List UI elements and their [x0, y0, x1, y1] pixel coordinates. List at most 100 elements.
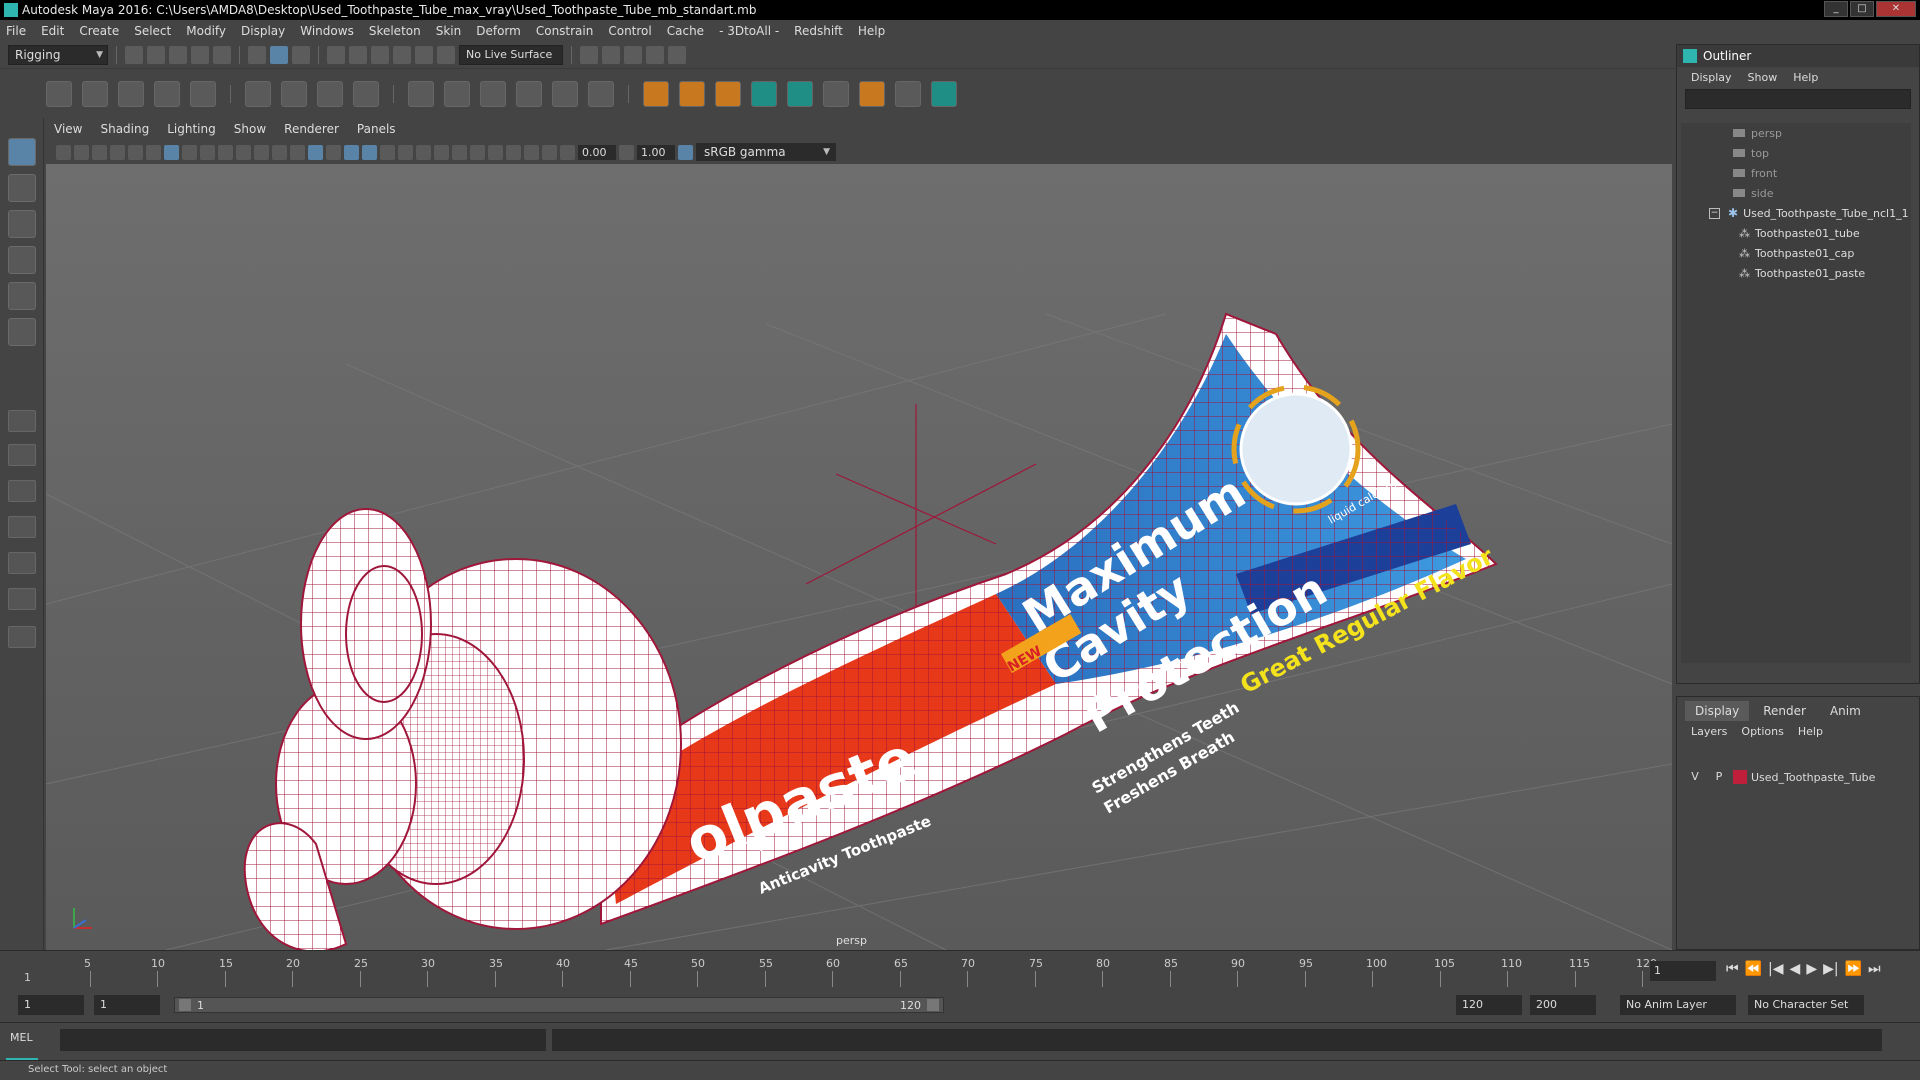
new-scene-icon[interactable]: [125, 46, 143, 64]
anim-layer-dropdown[interactable]: No Anim Layer: [1620, 995, 1736, 1015]
shelf-set-driven-key-icon[interactable]: [715, 80, 741, 107]
playback-start-field[interactable]: 1: [94, 995, 160, 1015]
shelf-joint-icon[interactable]: [46, 80, 72, 107]
snap-grid-icon[interactable]: [327, 46, 345, 64]
menu-select[interactable]: Select: [134, 24, 171, 38]
shelf-sculpt-icon[interactable]: [895, 80, 921, 107]
two-pane-layout-icon[interactable]: [8, 480, 36, 502]
play-forward-icon[interactable]: ▶: [1806, 961, 1817, 977]
xray-components-icon[interactable]: [542, 144, 557, 160]
outliner-layout-icon[interactable]: [8, 516, 36, 538]
shelf-humanik-icon[interactable]: [190, 80, 216, 107]
tab-render[interactable]: Render: [1753, 701, 1816, 721]
outliner-item-top[interactable]: top: [1681, 143, 1911, 163]
menu-windows[interactable]: Windows: [300, 24, 354, 38]
go-to-start-icon[interactable]: ⏮: [1726, 961, 1739, 977]
shelf-paint-weights-icon[interactable]: [281, 80, 307, 107]
four-pane-layout-icon[interactable]: [8, 444, 36, 466]
shadows-icon[interactable]: [398, 144, 413, 160]
dash-toggle-icon[interactable]: [8, 626, 36, 648]
outliner-item-front[interactable]: front: [1681, 163, 1911, 183]
panel-menu-view[interactable]: View: [54, 122, 82, 136]
menu-help[interactable]: Help: [858, 24, 885, 38]
shelf-bind-skin-icon[interactable]: [245, 80, 271, 107]
snap-view-icon[interactable]: [393, 46, 411, 64]
shelf-pole-vector-icon[interactable]: [588, 80, 614, 107]
panel-menu-panels[interactable]: Panels: [357, 122, 396, 136]
gamma-field[interactable]: 1.00: [637, 144, 675, 160]
menu-control[interactable]: Control: [608, 24, 651, 38]
shelf-lattice-icon[interactable]: [317, 80, 343, 107]
grid-icon[interactable]: [164, 144, 179, 160]
scale-tool-icon[interactable]: [8, 318, 36, 346]
panel-menu-shading[interactable]: Shading: [100, 122, 149, 136]
menu-display[interactable]: Display: [241, 24, 285, 38]
shelf-paint-icon[interactable]: [859, 80, 885, 107]
step-back-frame-icon[interactable]: |◀: [1768, 961, 1783, 977]
panel-menu-lighting[interactable]: Lighting: [167, 122, 216, 136]
panel-menu-renderer[interactable]: Renderer: [284, 122, 339, 136]
image-plane-icon[interactable]: [110, 144, 125, 160]
layer-menu-help[interactable]: Help: [1798, 725, 1823, 738]
shelf-locator-icon[interactable]: [643, 80, 669, 107]
select-tool-icon[interactable]: [8, 138, 36, 166]
paint-select-tool-icon[interactable]: [8, 210, 36, 238]
snap-point-icon[interactable]: [371, 46, 389, 64]
menu-constrain[interactable]: Constrain: [536, 24, 594, 38]
isolate-select-icon[interactable]: [488, 144, 503, 160]
color-management-icon[interactable]: [678, 144, 693, 160]
outliner-item-persp[interactable]: persp: [1681, 123, 1911, 143]
outliner-menu-show[interactable]: Show: [1748, 71, 1778, 84]
move-tool-icon[interactable]: [8, 246, 36, 274]
character-set-dropdown[interactable]: No Character Set: [1748, 995, 1864, 1015]
close-icon[interactable]: ✕: [1876, 1, 1916, 17]
menu-modify[interactable]: Modify: [186, 24, 226, 38]
menu-skeleton[interactable]: Skeleton: [369, 24, 421, 38]
menu-create[interactable]: Create: [79, 24, 119, 38]
camera-select-icon[interactable]: [56, 144, 71, 160]
layer-row[interactable]: V P Used_Toothpaste_Tube: [1685, 767, 1911, 787]
gamma-icon[interactable]: [619, 144, 634, 160]
xray-icon[interactable]: [506, 144, 521, 160]
outliner-item-cap[interactable]: ⁂ Toothpaste01_cap: [1681, 243, 1911, 263]
maximize-icon[interactable]: □: [1850, 1, 1874, 17]
range-start-handle[interactable]: [179, 999, 191, 1011]
lasso-tool-icon[interactable]: [8, 174, 36, 202]
time-slider[interactable]: 5 10 15 20 25 30 35 40 45 50 55 60 65 70 75 80 85 90 95 100…: [0, 950, 1920, 988]
textured-icon[interactable]: [362, 144, 377, 160]
shelf-brush-icon[interactable]: [823, 80, 849, 107]
persp-outliner-layout-icon[interactable]: [8, 588, 36, 610]
outliner-filter-input[interactable]: [1685, 89, 1911, 109]
go-to-end-icon[interactable]: ⏭: [1868, 961, 1881, 977]
hypershade-icon[interactable]: [668, 46, 686, 64]
play-backward-icon[interactable]: ◀: [1790, 961, 1801, 977]
bookmark-icon[interactable]: [92, 144, 107, 160]
minimize-icon[interactable]: _: [1824, 1, 1848, 17]
outliner-item-paste[interactable]: ⁂ Toothpaste01_paste: [1681, 263, 1911, 283]
exposure-icon[interactable]: [560, 144, 575, 160]
menu-redshift[interactable]: Redshift: [794, 24, 843, 38]
ipr-render-icon[interactable]: [624, 46, 642, 64]
render-settings-icon[interactable]: [646, 46, 664, 64]
snap-surface-icon[interactable]: [415, 46, 433, 64]
shelf-point-constraint-icon[interactable]: [408, 80, 434, 107]
default-material-icon[interactable]: [326, 144, 341, 160]
anim-start-field[interactable]: 1: [18, 995, 84, 1015]
screen-space-ao-icon[interactable]: [416, 144, 431, 160]
lights-icon[interactable]: [380, 144, 395, 160]
camera-attrs-icon[interactable]: [74, 144, 89, 160]
depth-of-field-icon[interactable]: [470, 144, 485, 160]
two-d-pan-icon[interactable]: [128, 144, 143, 160]
shelf-insert-joint-icon[interactable]: [154, 80, 180, 107]
film-gate-icon[interactable]: [182, 144, 197, 160]
shelf-cluster-icon[interactable]: [353, 80, 379, 107]
range-bar[interactable]: 1 120: [174, 997, 944, 1013]
tab-anim[interactable]: Anim: [1820, 701, 1871, 721]
xray-joints-icon[interactable]: [524, 144, 539, 160]
shelf-set-key-icon[interactable]: [679, 80, 705, 107]
undo-icon[interactable]: [191, 46, 209, 64]
menu-file[interactable]: File: [6, 24, 26, 38]
shelf-parent-constraint-icon[interactable]: [552, 80, 578, 107]
menu-skin[interactable]: Skin: [436, 24, 462, 38]
gate-mask-icon[interactable]: [218, 144, 233, 160]
